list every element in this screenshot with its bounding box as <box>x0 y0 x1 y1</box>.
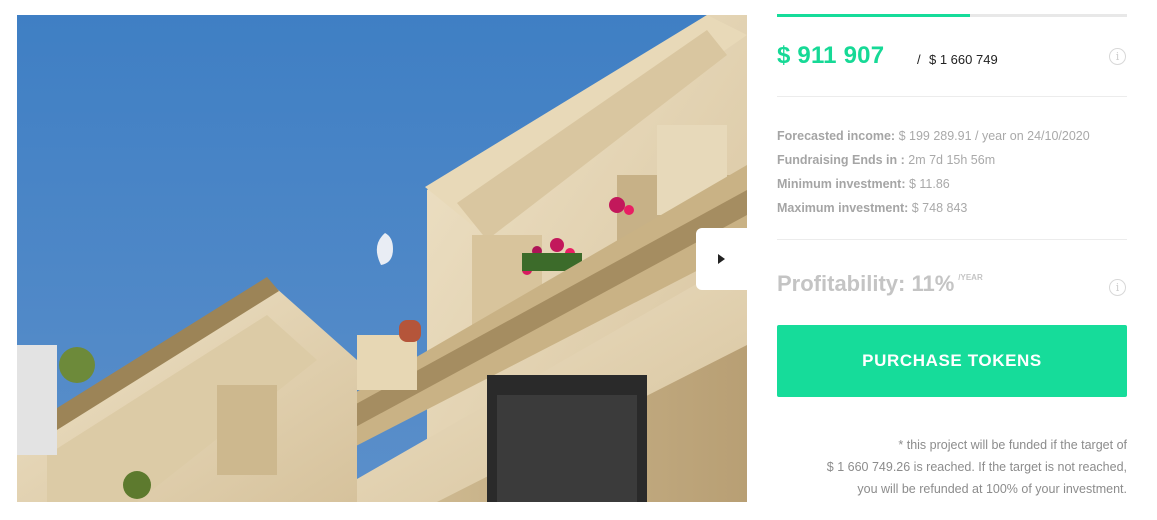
stat-minimum-investment: Minimum investment: $ 11.86 <box>777 177 950 191</box>
gallery-next-button[interactable] <box>696 228 747 290</box>
funding-amounts: $ 911 907 / $ 1 660 749 <box>777 42 1127 72</box>
target-amount: $ 1 660 749 <box>929 52 998 67</box>
funding-progress-bar <box>777 14 1127 17</box>
raised-amount: $ 911 907 <box>777 42 885 69</box>
target-separator: / <box>917 52 921 67</box>
stat-forecasted-income: Forecasted income: $ 199 289.91 / year o… <box>777 129 1090 143</box>
divider <box>777 96 1127 97</box>
profitability-label: Profitability: 11% <box>777 271 955 296</box>
funding-note-line: $ 1 660 749.26 is reached. If the target… <box>826 460 1127 474</box>
play-triangle-icon <box>718 254 725 264</box>
stat-fundraising-ends: Fundraising Ends in : 2m 7d 15h 56m <box>777 153 996 167</box>
profitability: Profitability: 11%/YEAR <box>777 271 983 297</box>
funding-note: * this project will be funded if the tar… <box>777 434 1127 500</box>
purchase-tokens-button[interactable]: PURCHASE TOKENS <box>777 325 1127 397</box>
profitability-unit: /YEAR <box>958 273 983 282</box>
stat-maximum-investment: Maximum investment: $ 748 843 <box>777 201 968 215</box>
property-photo <box>17 15 747 502</box>
funding-progress-fill <box>777 14 970 17</box>
investment-stats: Forecasted income: $ 199 289.91 / year o… <box>777 124 1137 220</box>
funding-note-line: * this project will be funded if the tar… <box>898 438 1127 452</box>
profitability-info-icon[interactable]: i <box>1109 279 1126 296</box>
funding-info-icon[interactable]: i <box>1109 48 1126 65</box>
divider <box>777 239 1127 240</box>
funding-note-line: you will be refunded at 100% of your inv… <box>857 482 1127 496</box>
